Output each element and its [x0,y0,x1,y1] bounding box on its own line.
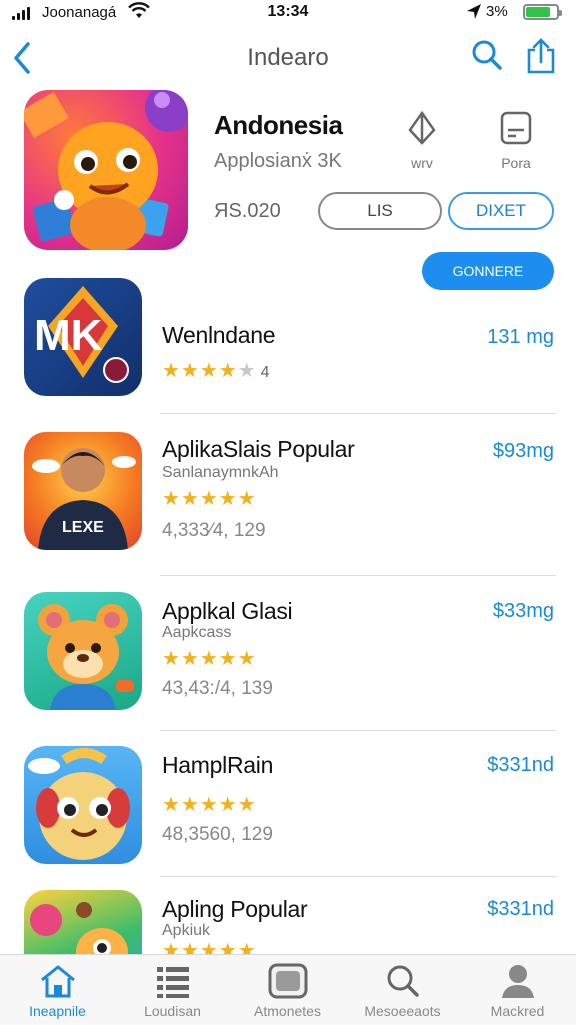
app-icon: LEXE [24,432,142,550]
app-price: $93mg [492,440,554,462]
app-price: 131 mg [487,326,554,348]
divider [160,575,556,576]
star-rating: ★★★★★ [162,794,257,816]
featured-action-1[interactable]: wrv [392,110,452,171]
featured-action-2-label: Pora [501,155,531,171]
app-price: $331nd [487,898,554,920]
tab-home[interactable]: Ineapnile [0,955,115,1025]
app-name: AplikaSlais Popular [162,436,355,462]
app-name: Applkal Glasi [162,598,293,624]
app-meta: 48,3560, 129 [162,824,273,845]
divider [160,876,556,877]
app-icon [24,746,142,864]
app-icon: MK [24,278,142,396]
featured-app-subtitle: Applosianẋ 3K [214,150,342,172]
featured-action-1-label: wrv [411,155,433,171]
featured-action-2[interactable]: Pora [486,110,546,171]
featured-app-icon[interactable] [24,90,188,250]
star-rating: ★★★★★ [162,488,257,510]
app-meta: 4,333⁄4, 129 [162,520,266,541]
app-name: Wenlndane [162,322,276,348]
tab-label: Mackred [490,1003,545,1019]
tab-profile[interactable]: Mackred [460,955,575,1025]
app-price: $331nd [487,754,554,776]
divider [160,413,556,414]
app-icon [24,592,142,710]
nav-bar: Indearo [0,34,576,82]
featured-app-price: ЯS.020 [214,200,281,222]
battery-percent: 3% [486,3,508,20]
game-icon [266,963,310,999]
app-name: Apling Popular [162,896,308,922]
app-name: HamplRain [162,752,274,778]
app-meta: 43,43:/4, 139 [162,678,273,699]
app-price: $33mg [492,600,554,622]
share-icon[interactable] [524,36,558,81]
star-rating: ★★★★★ 4 [162,360,270,382]
search-icon [381,963,425,999]
tab-search[interactable]: Mesoeeaots [345,955,460,1025]
rating-count: 4 [260,364,270,381]
tab-label: Atmonetes [254,1003,321,1019]
location-icon [466,3,482,26]
list-icon [151,963,195,999]
tab-bar: Ineapnile Loudisan Atmonetes Mesoeeaots … [0,954,576,1025]
app-subtitle: SanlanaymnkAh [162,464,279,481]
tab-label: Loudisan [144,1003,201,1019]
battery-icon [523,4,562,20]
tab-label: Ineapnile [29,1003,86,1019]
status-bar: Joonanagá 13:34 3% [0,0,576,26]
app-subtitle: Aapkcass [162,624,232,641]
featured-button-2[interactable]: DIXET [448,192,554,230]
get-button[interactable]: GONNERE [422,252,554,290]
svg-text:LEXE: LEXE [62,519,104,536]
svg-text:MK: MK [34,311,103,360]
tab-label: Mesoeeaots [364,1003,441,1019]
person-icon [496,963,540,999]
bookmark-icon [498,111,534,149]
arrow-icon [404,110,440,149]
tab-games[interactable]: Atmonetes [230,955,345,1025]
featured-button-1[interactable]: LIS [318,192,442,230]
search-icon[interactable] [470,38,504,79]
star-rating: ★★★★★ [162,648,257,670]
tab-list[interactable]: Loudisan [115,955,230,1025]
featured-app-name[interactable]: Andonesia [214,110,343,141]
divider [160,730,556,731]
home-icon [36,963,80,999]
